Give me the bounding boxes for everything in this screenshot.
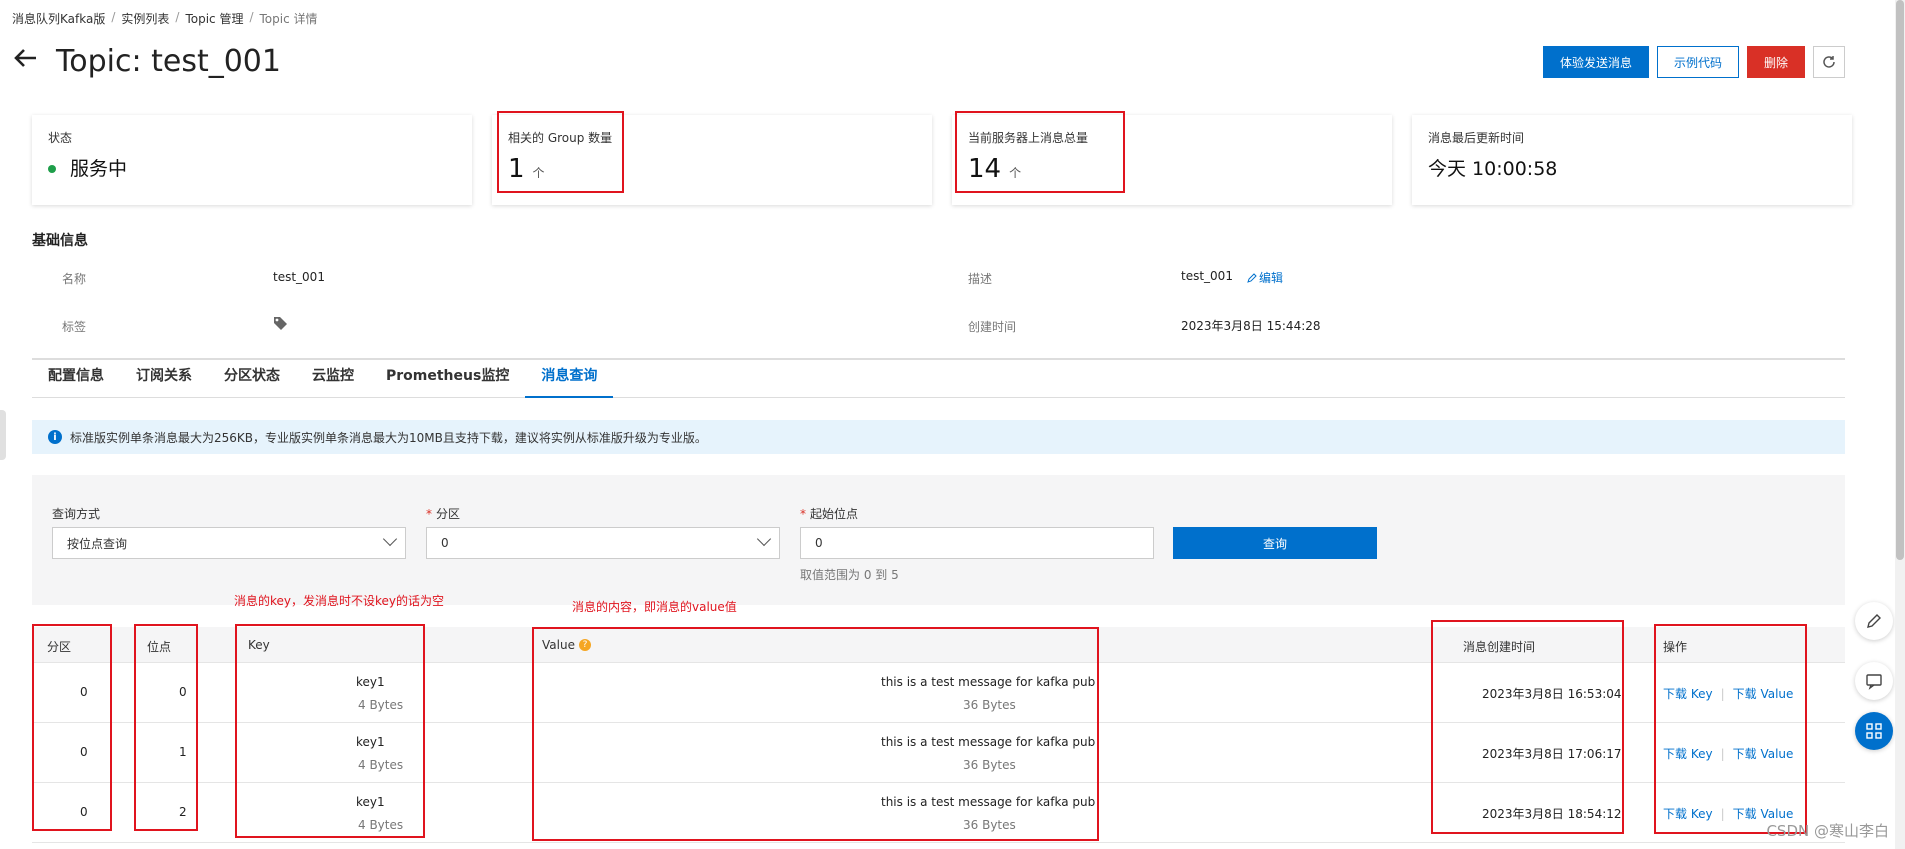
info-icon: i <box>48 430 62 444</box>
status-dot <box>48 158 62 180</box>
name-value: test_001 <box>273 270 325 284</box>
delete-button[interactable]: 删除 <box>1746 46 1805 78</box>
top-actions: 体验发送消息 示例代码 删除 <box>1542 46 1845 78</box>
feedback-icon[interactable] <box>1855 602 1893 640</box>
offset-hint: 取值范围为 0 到 5 <box>800 568 899 582</box>
notice-banner: i 标准版实例单条消息最大为256KB，专业版实例单条消息最大为10MB且支持下… <box>32 420 1845 454</box>
status-value: 服务中 <box>70 158 128 180</box>
send-message-button[interactable]: 体验发送消息 <box>1542 46 1649 78</box>
highlight-box <box>532 627 1099 841</box>
edit-icon <box>1247 272 1257 283</box>
value-annotation: 消息的内容，即消息的value值 <box>572 600 737 614</box>
tag-label: 标签 <box>62 320 87 334</box>
desc-label: 描述 <box>968 272 993 286</box>
back-arrow-icon[interactable] <box>12 44 40 72</box>
stat-cards: 状态 服务中 相关的 Group 数量 1个 当前服务器上消息总量 14 个 消息… <box>32 115 1852 205</box>
mode-label: 查询方式 <box>52 507 101 521</box>
page-title: Topic: test_001 <box>56 44 281 79</box>
scrollbar[interactable] <box>1895 0 1905 849</box>
edit-button[interactable]: 编辑 <box>1247 269 1283 286</box>
breadcrumb-separator: / <box>111 10 116 24</box>
edit-label: 编辑 <box>1259 271 1284 285</box>
query-button[interactable]: 查询 <box>1173 527 1377 559</box>
refresh-icon[interactable] <box>1813 46 1845 78</box>
partition-value: 0 <box>441 536 449 550</box>
breadcrumb-kafka[interactable]: 消息队列Kafka版 <box>12 10 105 27</box>
offset-input[interactable]: 0 <box>800 527 1154 559</box>
created-value: 2023年3月8日 15:44:28 <box>1181 319 1321 333</box>
tab-partition-status[interactable]: 分区状态 <box>208 358 296 398</box>
offset-value: 0 <box>815 536 823 550</box>
row-divider <box>32 842 1845 843</box>
highlight-box <box>235 624 425 838</box>
mode-select[interactable]: 按位点查询 <box>52 527 406 559</box>
apps-icon[interactable] <box>1855 712 1893 750</box>
breadcrumb-current: Topic 详情 <box>259 12 318 26</box>
card-label: 消息最后更新时间 <box>1428 131 1525 145</box>
highlight-box <box>1431 620 1624 834</box>
created-label: 创建时间 <box>968 320 1017 334</box>
highlight-box <box>497 111 624 193</box>
notice-text: 标准版实例单条消息最大为256KB，专业版实例单条消息最大为10MB且支持下载，… <box>70 430 707 445</box>
breadcrumb-separator: / <box>175 10 180 24</box>
last-update-card: 消息最后更新时间 今天 10:00:58 <box>1412 115 1852 205</box>
highlight-box <box>955 111 1125 193</box>
sample-code-button[interactable]: 示例代码 <box>1656 46 1739 78</box>
chevron-down-icon <box>756 531 772 547</box>
highlight-box <box>32 624 112 831</box>
highlight-box <box>134 624 198 831</box>
card-label: 状态 <box>48 131 73 145</box>
tab-message-query[interactable]: 消息查询 <box>525 358 614 398</box>
tab-bar: 配置信息 订阅关系 分区状态 云监控 Prometheus监控 消息查询 <box>32 358 1845 398</box>
tab-prometheus[interactable]: Prometheus监控 <box>370 358 525 398</box>
tag-icon[interactable] <box>273 316 288 334</box>
desc-value: test_001 <box>1181 269 1233 283</box>
name-label: 名称 <box>62 272 87 286</box>
status-card: 状态 服务中 <box>32 115 472 205</box>
breadcrumb: 消息队列Kafka版 / 实例列表 / Topic 管理 / Topic 详情 <box>12 10 318 27</box>
breadcrumb-topic-manage[interactable]: Topic 管理 <box>185 10 243 27</box>
scrollbar-thumb[interactable] <box>1896 0 1904 560</box>
partition-label: * 分区 <box>426 507 461 521</box>
mode-value: 按位点查询 <box>67 536 128 551</box>
section-title: 基础信息 <box>32 233 88 249</box>
sidebar-handle[interactable] <box>0 410 6 460</box>
last-update-value: 今天 10:00:58 <box>1428 158 1558 180</box>
offset-label: * 起始位点 <box>800 507 859 521</box>
watermark: CSDN @寒山李白 <box>1766 822 1889 840</box>
topic-detail-page: 消息队列Kafka版 / 实例列表 / Topic 管理 / Topic 详情 … <box>0 0 1905 849</box>
chat-icon[interactable] <box>1855 662 1893 700</box>
chevron-down-icon <box>382 531 398 547</box>
key-annotation: 消息的key，发消息时不设key的话为空 <box>234 594 445 608</box>
tab-subscriptions[interactable]: 订阅关系 <box>120 358 208 398</box>
partition-select[interactable]: 0 <box>426 527 780 559</box>
breadcrumb-instances[interactable]: 实例列表 <box>121 10 169 27</box>
tab-config[interactable]: 配置信息 <box>32 358 120 398</box>
breadcrumb-separator: / <box>249 10 254 24</box>
highlight-box <box>1654 624 1807 834</box>
tab-cloud-monitor[interactable]: 云监控 <box>296 358 370 398</box>
